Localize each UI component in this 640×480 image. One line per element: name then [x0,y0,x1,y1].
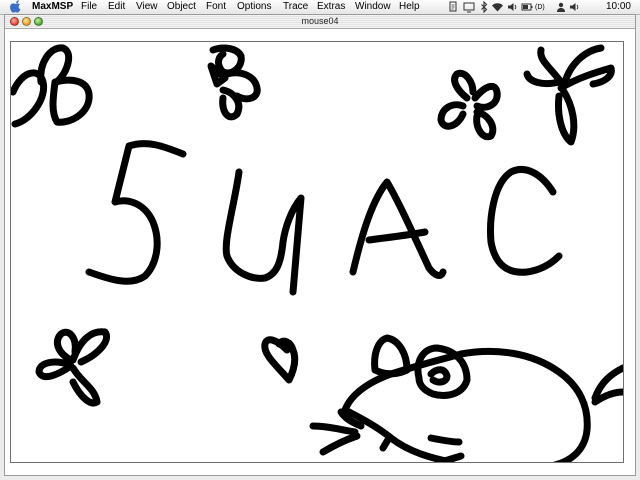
menu-extras[interactable]: Extras [317,0,345,14]
battery-icon[interactable] [521,1,533,13]
letter-u-drawing [222,168,305,296]
menu-window[interactable]: Window [355,0,391,14]
letter-c-drawing [487,166,563,276]
flower-drawing [437,69,501,141]
wifi-icon[interactable] [491,1,504,13]
menu-app-name[interactable]: MaxMSP [32,0,73,14]
menu-font[interactable]: Font [206,0,226,14]
menu-view[interactable]: View [136,0,158,14]
volume-icon-secondary[interactable] [569,1,580,13]
volume-icon[interactable] [507,1,518,13]
apple-icon[interactable] [10,0,22,14]
flower-drawing [207,44,261,121]
mouse-drawing [309,334,623,462]
window-titlebar[interactable]: mouse04 [5,15,635,29]
menu-trace[interactable]: Trace [283,0,308,14]
menu-file[interactable]: File [81,0,97,14]
flower-drawing [35,328,110,407]
patcher-window: mouse04 [4,14,636,476]
letter-a-drawing [349,178,447,279]
drawing-layer [11,44,623,462]
clock[interactable]: 10:00 [606,0,631,14]
flower-drawing [11,44,93,128]
window-title: mouse04 [301,16,339,26]
menu-bar: MaxMSP File Edit View Object Font Option… [0,0,640,15]
drawing-canvas[interactable] [10,41,624,463]
bluetooth-icon[interactable] [480,1,488,13]
heart-drawing [261,336,299,384]
flower-drawing [523,44,615,146]
display-icon[interactable] [463,1,475,13]
menu-edit[interactable]: Edit [108,0,125,14]
user-icon[interactable] [556,1,566,13]
menu-options[interactable]: Options [237,0,271,14]
menu-object[interactable]: Object [167,0,196,14]
script-menu-icon[interactable] [448,1,458,13]
menu-help[interactable]: Help [399,0,420,14]
battery-status-text: (D) [535,4,545,11]
letter-5-drawing [85,140,187,285]
